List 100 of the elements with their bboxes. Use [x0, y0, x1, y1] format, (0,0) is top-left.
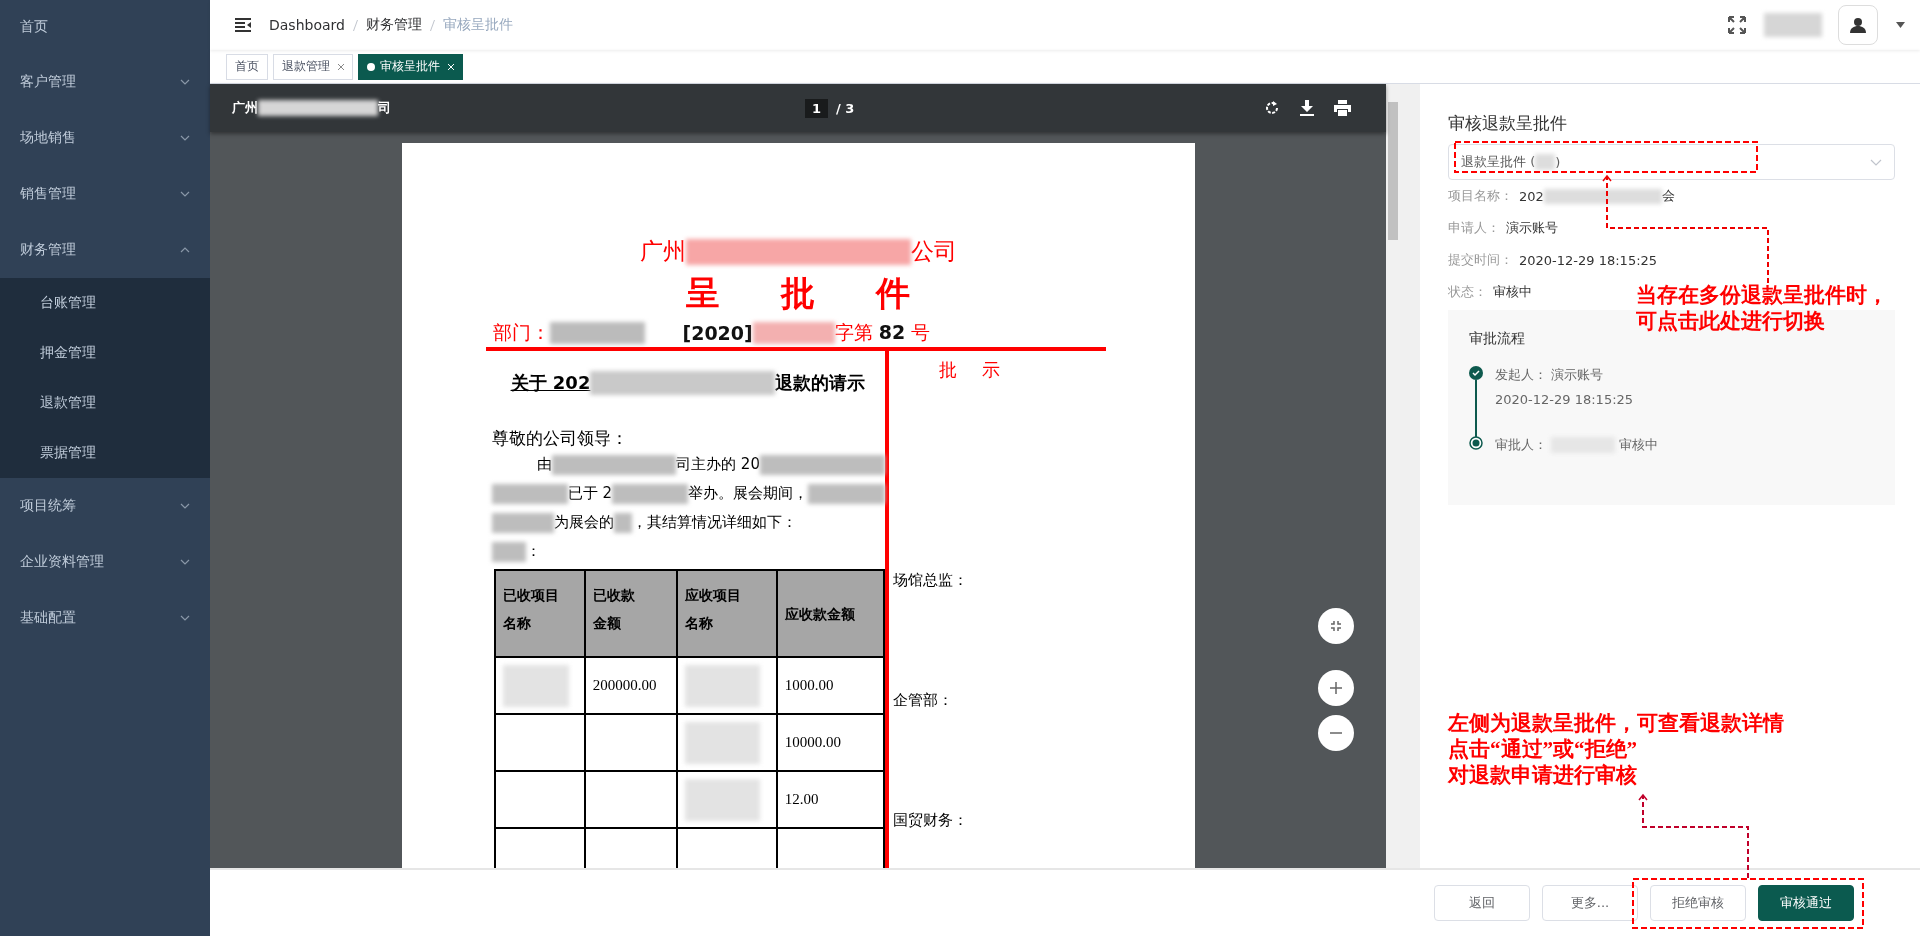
breadcrumb-item[interactable]: 财务管理: [365, 16, 422, 34]
chevron-icon: [180, 615, 190, 621]
menu-icon[interactable]: [235, 18, 251, 32]
document-select[interactable]: 退款呈批件 ( ): [1448, 144, 1895, 180]
close-icon[interactable]: [338, 63, 344, 70]
signer-label: 企管部：: [892, 690, 954, 710]
chevron-icon: [180, 503, 190, 509]
chevron-icon: [1870, 158, 1882, 166]
table-cell: 1000.00: [776, 657, 884, 714]
flow-title: 审批流程: [1469, 330, 1526, 348]
document-heading: 呈批件: [685, 273, 972, 313]
document-title: 司: [378, 99, 391, 117]
column-header: 已收项目名称: [502, 586, 560, 633]
action-button[interactable]: 返回: [1434, 885, 1530, 921]
select-value: ): [1555, 154, 1561, 170]
redaction-block: [491, 512, 554, 533]
table-cell: 200000.00: [584, 657, 678, 714]
sidebar-item[interactable]: 销售管理: [0, 166, 210, 222]
field-value: 会: [1661, 187, 1675, 205]
print-icon[interactable]: [1334, 100, 1351, 116]
sidebar-item[interactable]: 退款管理: [0, 378, 210, 428]
page-number-field[interactable]: 1: [805, 98, 829, 118]
field-label: 项目名称：: [1448, 187, 1513, 205]
sidebar-item[interactable]: 票据管理: [0, 428, 210, 478]
callout-text: 左侧为退款呈批件，可查看退款详情 点击“通过”或“拒绝” 对退款申请进行审核: [1448, 710, 1784, 788]
select-value: 退款呈批件 (: [1461, 153, 1536, 171]
chevron-icon: [180, 191, 190, 197]
avatar-button[interactable]: [1838, 5, 1878, 45]
action-button[interactable]: 拒绝审核: [1650, 885, 1746, 921]
action-button[interactable]: 更多...: [1542, 885, 1638, 921]
user-icon: [1850, 17, 1866, 33]
sidebar-item[interactable]: 项目统筹: [0, 478, 210, 534]
breadcrumb-item[interactable]: Dashboard: [269, 17, 345, 33]
sidebar-item[interactable]: 押金管理: [0, 328, 210, 378]
paragraph-text: 司主办的 20: [676, 455, 760, 474]
download-icon[interactable]: [1300, 100, 1314, 116]
sidebar-item[interactable]: 基础配置: [0, 590, 210, 646]
sidebar-item[interactable]: 企业资料管理: [0, 534, 210, 590]
redaction-block: [1535, 154, 1556, 170]
sidebar-item[interactable]: 财务管理: [0, 222, 210, 278]
breadcrumb-item: 审核呈批件: [442, 16, 513, 34]
tab[interactable]: 审核呈批件: [358, 53, 463, 80]
step-status: 审核中: [1619, 436, 1658, 454]
request-title: 关于 202: [510, 371, 591, 395]
approval-heading: 批示: [937, 358, 1026, 382]
fit-page-button[interactable]: [1318, 608, 1354, 644]
step-label: 发起人：: [1495, 366, 1547, 384]
sidebar-item[interactable]: 台账管理: [0, 278, 210, 328]
page-total: / 3: [836, 100, 855, 116]
zoom-out-button[interactable]: [1318, 715, 1354, 751]
column-header: 应收款金额: [784, 604, 855, 624]
table-cell: 10000.00: [776, 714, 884, 771]
chevron-icon: [180, 135, 190, 141]
column-header: 已收款金额: [592, 586, 636, 633]
table-cell: 12.00: [776, 771, 884, 828]
rotate-icon[interactable]: [1264, 100, 1280, 116]
company-name: 广州: [639, 237, 686, 266]
chevron-icon: [180, 559, 190, 565]
callout-text: 当存在多份退款呈批件时， 可点击此处进行切换: [1636, 282, 1888, 334]
step-label: 审批人：: [1495, 436, 1547, 454]
signer-label: 国贸财务：: [892, 810, 969, 830]
step-time: 2020-12-29 18:15:25: [1495, 392, 1634, 407]
sidebar-item[interactable]: 首页: [0, 0, 210, 54]
field-label: 申请人：: [1448, 219, 1500, 237]
redaction-block: [1764, 13, 1822, 37]
document-title: 广州: [232, 99, 258, 117]
panel-title: 审核退款呈批件: [1448, 112, 1568, 135]
caret-icon[interactable]: [1896, 22, 1905, 28]
redaction-block: [613, 512, 632, 533]
shrink-icon: [1330, 620, 1342, 632]
field-value: 审核中: [1493, 283, 1532, 301]
zoom-in-button[interactable]: [1318, 670, 1354, 706]
document-number: 字第 82 号: [834, 320, 931, 345]
dot-icon: [367, 62, 375, 71]
company-name: 公司: [910, 237, 957, 266]
paragraph-text: 举办。展会期间，: [688, 484, 809, 503]
field-value: 演示账号: [1506, 219, 1558, 237]
scrollbar[interactable]: [1386, 84, 1400, 868]
sidebar-item[interactable]: 场地销售: [0, 110, 210, 166]
signer-label: 场馆总监：: [892, 570, 969, 590]
tab[interactable]: 退款管理: [273, 53, 353, 80]
department-label: 部门：: [492, 320, 550, 345]
fullscreen-icon[interactable]: [1728, 16, 1746, 34]
chevron-icon: [180, 247, 190, 253]
approve-button[interactable]: 审核通过: [1758, 885, 1854, 921]
field-label: 状态：: [1448, 283, 1487, 301]
salutation: 尊敬的公司领导：: [491, 427, 629, 450]
paragraph-text: 由: [536, 455, 552, 474]
sidebar-item[interactable]: 客户管理: [0, 54, 210, 110]
tab[interactable]: 首页: [226, 53, 268, 80]
plus-icon: [1330, 682, 1342, 694]
document-year: [2020]: [682, 322, 753, 344]
paragraph-text: 已于 2: [567, 484, 613, 503]
paragraph-text: ，其结算情况详细如下：: [631, 513, 797, 532]
request-title: 退款的请示: [775, 371, 866, 395]
chevron-icon: [180, 79, 190, 85]
field-value: 202: [1519, 188, 1544, 204]
paragraph-text: 为展会的: [553, 513, 614, 532]
step-name: 演示账号: [1551, 366, 1603, 384]
paragraph-text: ：: [525, 542, 541, 561]
